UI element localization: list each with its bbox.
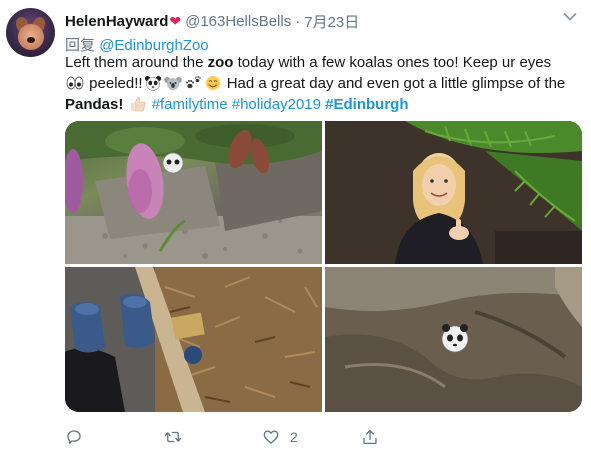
share-icon — [363, 429, 377, 445]
hashtag-familytime[interactable]: #familytime — [152, 96, 228, 113]
tweet-header: HelenHayward ❤ @163HellsBells · 7月23日 — [65, 11, 359, 31]
separator-dot: · — [295, 12, 301, 30]
retweet-button[interactable] — [164, 428, 182, 446]
panda-emoji-icon — [144, 75, 161, 91]
bold-zoo: zoo — [207, 54, 234, 71]
photo-3[interactable] — [65, 267, 322, 412]
user-handle[interactable]: @163HellsBells — [185, 13, 291, 30]
tweet-time[interactable]: 7月23日 — [304, 11, 359, 32]
photo-2[interactable] — [325, 121, 582, 264]
photo-4[interactable] — [325, 267, 582, 412]
retweet-icon — [164, 431, 182, 443]
photo-grid — [65, 121, 582, 412]
tweet-text: Left them around the zoo today with a fe… — [65, 54, 566, 113]
like-count: 2 — [290, 429, 298, 445]
user-name[interactable]: HelenHayward — [65, 13, 168, 30]
photo-1[interactable] — [65, 121, 322, 264]
smiling-face-emoji-icon — [205, 76, 220, 90]
thumbs-up-emoji-icon — [130, 97, 145, 112]
hashtag-holiday2019[interactable]: #holiday2019 — [232, 96, 321, 113]
tweet-actions: 2 — [0, 428, 591, 448]
reply-icon — [67, 430, 81, 445]
paw-prints-emoji-icon — [185, 76, 201, 89]
reply-button[interactable] — [65, 428, 83, 446]
like-button[interactable]: 2 — [262, 428, 298, 446]
avatar[interactable] — [6, 8, 55, 57]
koala-emoji-icon — [163, 77, 182, 90]
hashtag-edinburgh[interactable]: #Edinburgh — [325, 96, 408, 113]
eyes-emoji-icon — [66, 76, 84, 90]
heart-icon — [263, 430, 279, 444]
chevron-down-icon[interactable] — [563, 12, 577, 22]
share-button[interactable] — [361, 428, 379, 446]
red-heart-icon: ❤ — [169, 12, 182, 29]
